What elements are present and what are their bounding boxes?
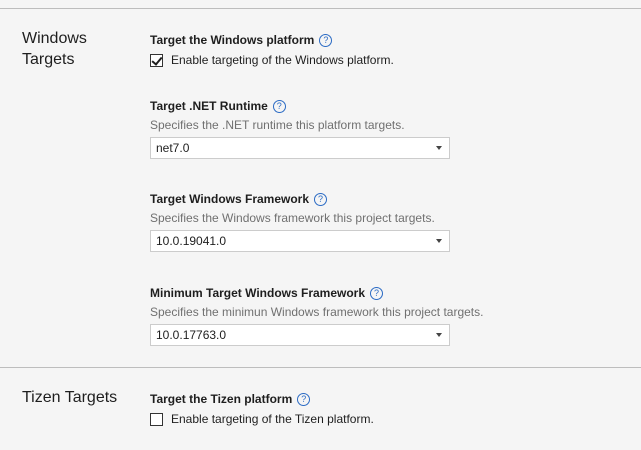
windows-platform-check-row[interactable]: Enable targeting of the Windows platform… [150, 52, 590, 68]
min-framework-label: Minimum Target Windows Framework [150, 286, 366, 300]
project-properties-page: Windows Targets Target the Windows platf… [0, 0, 641, 450]
tizen-platform-checkbox-label[interactable]: Enable targeting of the Tizen platform. [171, 411, 374, 427]
framework-select-value: 10.0.19041.0 [156, 234, 227, 248]
tizen-platform-check-row[interactable]: Enable targeting of the Tizen platform. [150, 411, 590, 427]
help-icon[interactable]: ? [314, 192, 328, 206]
min-framework-select-value: 10.0.17763.0 [156, 328, 227, 342]
framework-select[interactable]: 10.0.19041.0 [150, 230, 450, 252]
runtime-label: Target .NET Runtime [150, 99, 268, 113]
tizen-platform-checkbox[interactable] [150, 412, 163, 426]
framework-label: Target Windows Framework [150, 192, 310, 206]
help-icon[interactable]: ? [370, 286, 384, 300]
framework-group: Target Windows Framework ? Specifies the… [150, 191, 590, 252]
runtime-label-row: Target .NET Runtime ? [150, 98, 590, 114]
tizen-platform-label: Target the Tizen platform [150, 392, 293, 406]
windows-targets-title: Windows Targets [22, 30, 87, 68]
chevron-down-icon[interactable] [436, 239, 442, 243]
runtime-group: Target .NET Runtime ? Specifies the .NET… [150, 98, 590, 159]
framework-label-row: Target Windows Framework ? [150, 191, 590, 207]
help-icon[interactable]: ? [272, 99, 286, 113]
min-framework-select[interactable]: 10.0.17763.0 [150, 324, 450, 346]
chevron-down-icon[interactable] [436, 146, 442, 150]
windows-platform-checkbox[interactable] [150, 53, 163, 67]
windows-platform-label-row: Target the Windows platform ? [150, 32, 590, 48]
chevron-down-icon[interactable] [436, 333, 442, 337]
runtime-select-value: net7.0 [156, 141, 190, 155]
tizen-targets-title: Tizen Targets [22, 389, 118, 406]
top-divider [0, 8, 641, 9]
help-icon[interactable]: ? [319, 33, 333, 47]
min-framework-group: Minimum Target Windows Framework ? Speci… [150, 285, 590, 346]
tizen-platform-label-row: Target the Tizen platform ? [150, 391, 590, 407]
min-framework-label-row: Minimum Target Windows Framework ? [150, 285, 590, 301]
help-icon[interactable]: ? [297, 392, 311, 406]
windows-platform-checkbox-label[interactable]: Enable targeting of the Windows platform… [171, 52, 394, 68]
windows-platform-group: Target the Windows platform ? Enable tar… [150, 32, 590, 68]
tizen-platform-group: Target the Tizen platform ? Enable targe… [150, 391, 590, 427]
runtime-description: Specifies the .NET runtime this platform… [150, 118, 405, 132]
section-divider [0, 367, 641, 368]
windows-platform-label: Target the Windows platform [150, 33, 315, 47]
framework-description: Specifies the Windows framework this pro… [150, 211, 435, 225]
runtime-select[interactable]: net7.0 [150, 137, 450, 159]
min-framework-description: Specifies the minimun Windows framework … [150, 305, 484, 319]
